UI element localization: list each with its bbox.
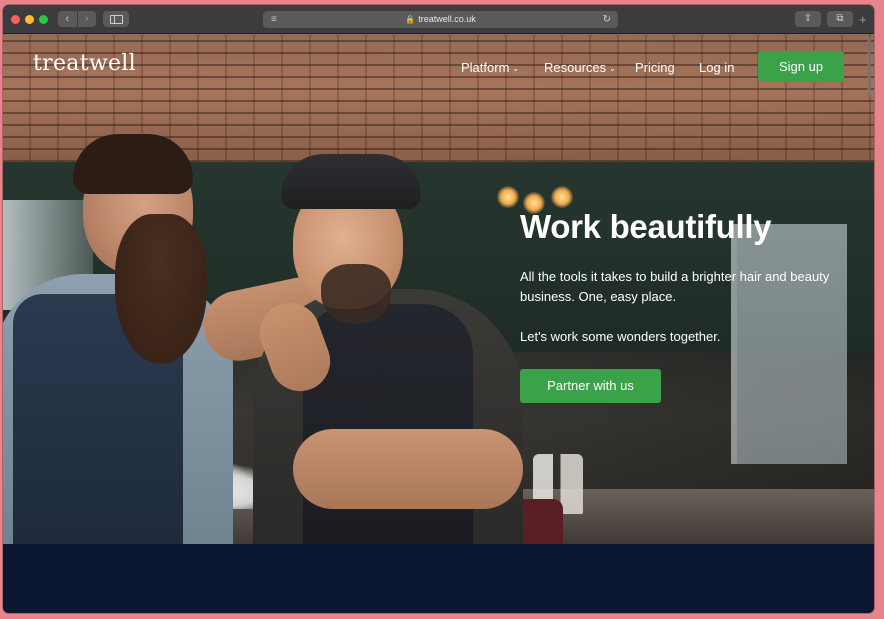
barber-right-crossed-arms <box>293 429 523 509</box>
tab-overview-icon[interactable]: ⧉ <box>827 11 853 27</box>
zoom-window-icon[interactable] <box>39 15 48 24</box>
nav-platform-label: Platform <box>461 60 510 75</box>
nav-resources[interactable]: Resources ⌄ <box>544 60 616 75</box>
url-text: treatwell.co.uk <box>418 14 476 24</box>
history-nav: ‹ › <box>58 11 96 27</box>
lightbulb-icon <box>497 186 519 208</box>
forward-arrow-icon[interactable]: › <box>76 11 97 27</box>
back-arrow-icon[interactable]: ‹ <box>58 11 77 27</box>
barber-right-cap <box>281 154 421 209</box>
chevron-down-icon: ⌄ <box>512 64 520 73</box>
reader-mode-icon[interactable]: ≡ <box>271 11 277 28</box>
hero-title: Work beautifully <box>520 208 772 245</box>
share-icon[interactable]: ⇪ <box>795 11 821 27</box>
hero-tagline: Let's work some wonders together. <box>520 329 721 344</box>
new-tab-icon[interactable]: + <box>859 13 867 26</box>
hero-description: All the tools it takes to build a bright… <box>520 269 830 304</box>
lock-icon: 🔒 <box>405 15 416 24</box>
sign-up-button[interactable]: Sign up <box>758 51 844 82</box>
nav-pricing[interactable]: Pricing <box>635 60 675 75</box>
barber-right-beard <box>321 264 391 324</box>
chevron-down-icon: ⌄ <box>609 64 616 73</box>
minimize-window-icon[interactable] <box>25 15 34 24</box>
sidebar-toggle-icon[interactable] <box>103 11 129 27</box>
browser-window: ‹ › ≡ 🔒 treatwell.co.uk ↻ ⇪ ⧉ + treatwel… <box>3 5 874 613</box>
treatwell-logo[interactable]: treatwell <box>33 51 136 76</box>
address-bar[interactable]: ≡ 🔒 treatwell.co.uk ↻ <box>263 11 618 28</box>
lightbulb-icon <box>551 186 573 208</box>
partner-with-us-button[interactable]: Partner with us <box>520 369 661 403</box>
close-window-icon[interactable] <box>11 15 20 24</box>
nav-login[interactable]: Log in <box>699 60 734 75</box>
page-scrollbar[interactable] <box>867 37 871 97</box>
nav-platform[interactable]: Platform ⌄ <box>461 60 519 75</box>
barber-left-beard <box>115 214 207 364</box>
barber-left-hair <box>73 134 193 194</box>
reload-icon[interactable]: ↻ <box>603 11 611 28</box>
browser-toolbar: ‹ › ≡ 🔒 treatwell.co.uk ↻ ⇪ ⧉ + <box>3 5 874 34</box>
nav-resources-label: Resources <box>544 60 607 75</box>
next-section-band <box>3 544 874 613</box>
